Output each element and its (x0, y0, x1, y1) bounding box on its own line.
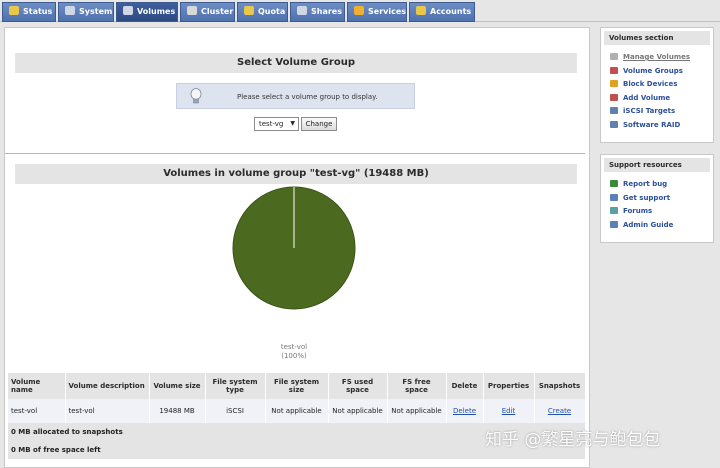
accounts-icon (416, 6, 426, 15)
software-raid-icon (610, 120, 618, 128)
sidebar-item-volume-groups[interactable]: Volume Groups (601, 65, 713, 79)
volume-groups-icon (610, 66, 618, 74)
support-resources-title: Support resources (604, 158, 710, 172)
add-volume-icon (610, 93, 618, 101)
cell-delete: Delete (446, 399, 484, 423)
sidebar-item-forums[interactable]: Forums (601, 205, 713, 219)
info-text: Please select a volume group to display. (237, 93, 378, 101)
sidebar-item-admin-guide[interactable]: Admin Guide (601, 219, 713, 233)
col-fs-free: FS free space (387, 373, 447, 399)
cell-fs-used: Not applicable (328, 399, 388, 423)
sidebar-item-add-volume[interactable]: Add Volume (601, 92, 713, 106)
sidebar-item-software-raid[interactable]: Software RAID (601, 119, 713, 133)
services-icon (354, 6, 364, 15)
cluster-icon (187, 6, 197, 15)
cell-volume-size: 19488 MB (149, 399, 206, 423)
sidebar-item-manage-volumes[interactable]: Manage Volumes (601, 51, 713, 65)
block-devices-icon (610, 80, 618, 87)
support-resources-panel: Support resources Report bug Get support… (600, 154, 714, 243)
system-icon (65, 6, 75, 15)
tab-volumes[interactable]: Volumes (116, 2, 178, 22)
delete-link[interactable]: Delete (453, 407, 476, 415)
quota-icon (244, 6, 254, 15)
shares-icon (297, 6, 307, 15)
volumes-icon (123, 6, 133, 15)
pie-label-name: test-vol (281, 343, 307, 351)
tab-quota[interactable]: Quota (237, 2, 288, 22)
table-header-row: Volume name Volume description Volume si… (8, 373, 586, 399)
cell-volume-name: test-vol (8, 399, 66, 423)
forums-icon (610, 207, 618, 214)
disk-icon (610, 53, 618, 60)
change-button[interactable]: Change (301, 117, 337, 131)
edit-link[interactable]: Edit (502, 407, 516, 415)
main-panel: Select Volume Group Please select a volu… (4, 27, 590, 468)
iscsi-targets-icon (610, 107, 618, 114)
sidebar-item-iscsi-targets[interactable]: iSCSI Targets (601, 105, 713, 119)
cell-fs-free: Not applicable (387, 399, 447, 423)
col-fs-used: FS used space (328, 373, 388, 399)
pie-label-percent: (100%) (281, 352, 307, 360)
bug-icon (610, 180, 618, 187)
col-snapshots: Snapshots (534, 373, 586, 399)
volumes-section-title: Volumes section (604, 31, 710, 45)
select-vg-title: Select Volume Group (15, 53, 577, 73)
sidebar-item-report-bug[interactable]: Report bug (601, 178, 713, 192)
cell-fs-type: iSCSI (205, 399, 266, 423)
status-icon (9, 6, 19, 15)
cell-snapshots: Create (534, 399, 586, 423)
col-volume-name: Volume name (8, 373, 66, 399)
tab-system[interactable]: System (58, 2, 114, 22)
support-icon (610, 193, 618, 201)
tab-accounts[interactable]: Accounts (409, 2, 475, 22)
top-nav: Status System Volumes Cluster Quota Shar… (0, 0, 720, 22)
tab-services[interactable]: Services (347, 2, 407, 22)
sidebar-item-get-support[interactable]: Get support (601, 192, 713, 206)
volume-group-select[interactable]: test-vg ▼ (254, 117, 299, 131)
volumes-section-panel: Volumes section Manage Volumes Volume Gr… (600, 27, 714, 143)
col-delete: Delete (446, 373, 484, 399)
tab-cluster[interactable]: Cluster (180, 2, 235, 22)
col-volume-description: Volume description (65, 373, 150, 399)
col-properties: Properties (483, 373, 535, 399)
section-divider (5, 153, 585, 154)
info-message: Please select a volume group to display. (176, 83, 415, 109)
watermark-text: 知乎 @繁星亮与鲍包包 (485, 430, 661, 450)
tab-status[interactable]: Status (2, 2, 56, 22)
lightbulb-icon (190, 88, 202, 104)
sidebar-item-block-devices[interactable]: Block Devices (601, 78, 713, 92)
tab-shares[interactable]: Shares (290, 2, 345, 22)
volume-pie-chart: test-vol (100%) (232, 186, 356, 360)
book-icon (610, 220, 618, 228)
col-fs-type: File system type (205, 373, 266, 399)
create-snapshot-link[interactable]: Create (548, 407, 571, 415)
cell-volume-description: test-vol (65, 399, 150, 423)
col-fs-size: File system size (265, 373, 329, 399)
cell-properties: Edit (483, 399, 535, 423)
table-row: test-vol test-vol 19488 MB iSCSI Not app… (8, 399, 586, 423)
cell-fs-size: Not applicable (265, 399, 329, 423)
col-volume-size: Volume size (149, 373, 206, 399)
volumes-title: Volumes in volume group "test-vg" (19488… (15, 164, 577, 184)
chevron-down-icon: ▼ (290, 120, 295, 127)
